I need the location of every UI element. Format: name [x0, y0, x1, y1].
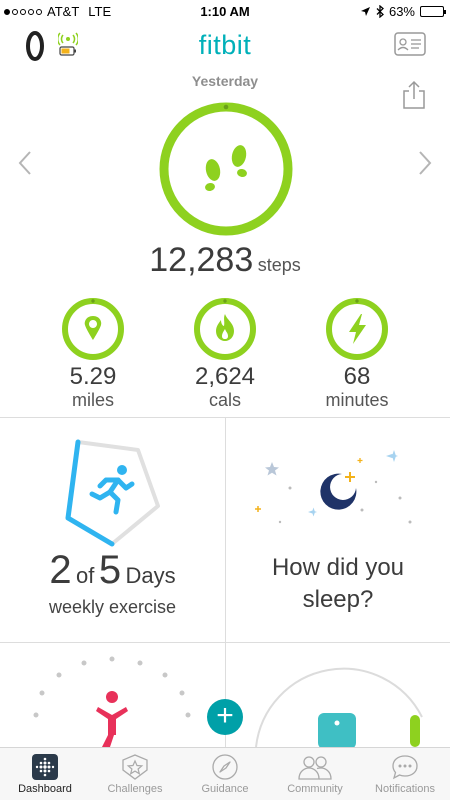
footprints-icon — [205, 145, 247, 192]
battery-icon — [420, 6, 446, 17]
tab-dashboard-label: Dashboard — [18, 783, 72, 795]
status-right: 63% — [360, 4, 446, 19]
distance-ring — [62, 298, 124, 360]
exercise-label: weekly exercise — [48, 597, 177, 617]
steps-progress-arc — [159, 102, 293, 236]
compass-icon — [212, 754, 238, 780]
metric-calories[interactable]: 2,624 cals — [165, 296, 285, 410]
share-icon[interactable] — [402, 80, 426, 110]
location-pin-icon — [84, 316, 102, 340]
tab-notifications[interactable]: Notifications — [360, 748, 450, 800]
sleep-question-line2: sleep? — [302, 586, 374, 613]
metric-distance[interactable]: 5.29 miles — [33, 296, 153, 410]
battery-percent: 63% — [388, 4, 415, 19]
tab-guidance-label: Guidance — [201, 783, 249, 795]
sleep-question-line1: How did you — [271, 554, 405, 581]
people-icon — [298, 756, 332, 780]
calories-value: 2,624 — [194, 363, 256, 390]
star-badge-icon — [122, 754, 148, 780]
running-person-icon — [89, 465, 135, 515]
bottom-tab-bar: Dashboard Challenges Guidance Community … — [0, 747, 450, 800]
distance-value: 5.29 — [69, 363, 117, 390]
calories-ring — [194, 298, 256, 360]
tab-guidance[interactable]: Guidance — [180, 748, 270, 800]
exercise-badge-icon — [65, 439, 160, 547]
steps-value: 12,283 — [149, 241, 254, 279]
tab-challenges[interactable]: Challenges — [90, 748, 180, 800]
next-day-chevron-icon[interactable] — [418, 150, 432, 176]
sleep-question[interactable]: How did you sleep? — [226, 552, 450, 616]
steps-unit: steps — [257, 255, 301, 275]
tab-community[interactable]: Community — [270, 748, 360, 800]
steps-summary[interactable]: 12,283 steps — [0, 241, 450, 280]
exercise-days-goal: 5 — [98, 548, 122, 592]
tab-notifications-label: Notifications — [375, 783, 435, 795]
yoga-person-icon — [96, 691, 128, 747]
tab-community-label: Community — [287, 783, 343, 795]
exercise-days-count: 2 of 5 Days — [0, 548, 225, 593]
tab-dashboard[interactable]: Dashboard — [0, 748, 90, 800]
profile-card-icon[interactable] — [394, 32, 426, 56]
calories-unit: cals — [208, 390, 241, 410]
status-bar: AT&T LTE 1:10 AM 63% — [0, 0, 450, 22]
yoga-tile[interactable] — [0, 643, 225, 747]
previous-day-chevron-icon[interactable] — [18, 150, 32, 176]
day-label: Yesterday — [191, 73, 259, 89]
location-arrow-icon — [360, 7, 370, 16]
exercise-days-word: Days — [125, 563, 176, 588]
dashboard-icon — [32, 754, 58, 780]
tab-challenges-label: Challenges — [107, 783, 163, 795]
bluetooth-icon — [376, 5, 384, 18]
dotted-progress-ring — [33, 656, 191, 747]
chat-bubble-icon — [392, 755, 418, 780]
lightning-bolt-icon — [349, 314, 366, 344]
app-header: fitbit — [0, 22, 450, 72]
metric-active-minutes[interactable]: 68 minutes — [297, 296, 417, 410]
active-minutes-ring — [326, 298, 388, 360]
add-button[interactable]: + — [207, 699, 243, 735]
hourly-activity-gauge — [255, 667, 423, 747]
exercise-days-done: 2 — [49, 548, 72, 592]
flame-icon — [216, 314, 234, 341]
active-minutes-value: 68 — [343, 363, 371, 390]
hourly-activity-tile[interactable] — [226, 643, 450, 747]
active-minutes-unit: minutes — [325, 390, 389, 410]
fitbit-logo: fitbit — [198, 30, 252, 60]
exercise-of-word: of — [76, 563, 95, 588]
moon-stars-icon — [255, 450, 412, 524]
steps-progress-ring[interactable] — [157, 100, 295, 238]
distance-unit: miles — [71, 390, 114, 410]
